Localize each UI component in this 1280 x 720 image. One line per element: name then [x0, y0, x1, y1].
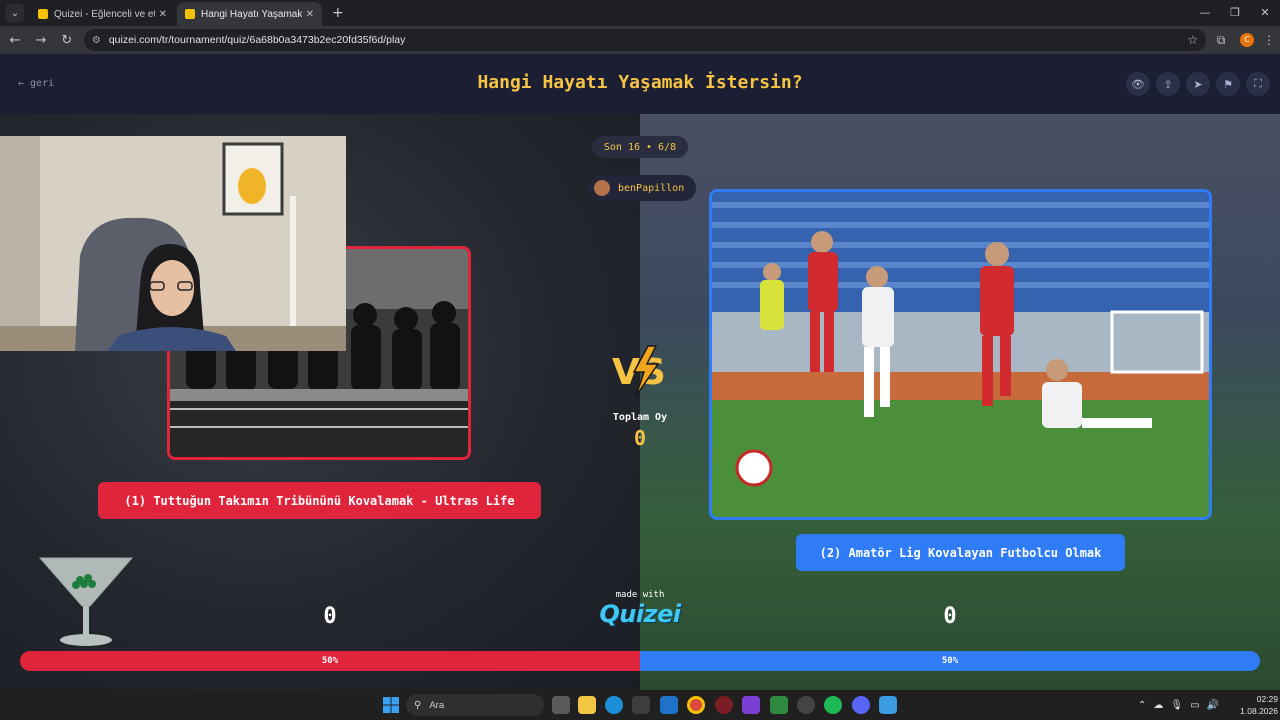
photos-icon[interactable] — [879, 696, 897, 714]
store-icon[interactable] — [632, 696, 650, 714]
taskbar-clock[interactable]: 02:29 1.08.2026 — [1232, 693, 1278, 717]
spotify-icon[interactable] — [824, 696, 842, 714]
mail-icon[interactable] — [660, 696, 678, 714]
cloud-icon[interactable]: ☁ — [1153, 700, 1163, 711]
tab-search-button[interactable]: ⌄ — [6, 4, 24, 22]
browser-tab-2[interactable]: Hangi Hayatı Yaşamak İstersin? ✕ — [177, 2, 322, 26]
option-2-percent-bar: 50% — [640, 651, 1260, 671]
obs-icon[interactable] — [797, 696, 815, 714]
new-tab-button[interactable]: + — [332, 5, 344, 21]
restore-icon[interactable]: ❐ — [1220, 0, 1250, 24]
browser-tab-1[interactable]: Quizei - Eğlenceli ve etkileşimli ✕ — [30, 2, 175, 26]
chrome-icon[interactable] — [687, 696, 705, 714]
extensions-icon[interactable]: ⧉ — [1210, 33, 1232, 48]
back-arrow-icon[interactable]: ← — [4, 33, 26, 48]
windows-start-icon[interactable] — [383, 697, 399, 713]
eye-icon[interactable]: 👁 — [1126, 72, 1150, 96]
username: benPapillon — [618, 182, 685, 194]
window-controls: — ❐ ✕ — [1190, 0, 1280, 24]
versus-icon: VS — [612, 345, 666, 397]
user-badge: benPapillon — [588, 175, 696, 201]
volume-icon[interactable]: 🔊 — [1207, 700, 1219, 711]
option-2-score: 0 — [943, 604, 957, 629]
option-2-image[interactable] — [709, 189, 1212, 520]
header-actions: 👁 ⇪ ➤ ⚑ ⛶ — [1120, 72, 1270, 96]
send-icon[interactable]: ➤ — [1186, 72, 1210, 96]
taskbar-search[interactable]: ⚲ Ara — [406, 694, 544, 716]
webcam-overlay — [0, 136, 346, 351]
quiz-page: ← geri Hangi Hayatı Yaşamak İstersin? 👁 … — [0, 54, 1280, 690]
option-2-button[interactable]: (2) Amatör Lig Kovalayan Futbolcu Olmak — [796, 534, 1125, 571]
close-window-icon[interactable]: ✕ — [1250, 0, 1280, 24]
clock-date: 1.08.2026 — [1240, 706, 1278, 716]
tab-title: Quizei - Eğlenceli ve etkileşimli — [54, 8, 155, 20]
football-match-photo — [712, 192, 1209, 517]
edge-icon[interactable] — [605, 696, 623, 714]
reload-icon[interactable]: ↻ — [56, 33, 78, 48]
browser-menu-icon[interactable]: ⋮ — [1258, 33, 1280, 47]
total-votes-value: 0 — [633, 426, 647, 450]
close-tab-icon[interactable]: ✕ — [306, 9, 314, 20]
network-icon[interactable]: ▭ — [1190, 700, 1199, 711]
webcam-feed — [0, 136, 346, 351]
tab-title: Hangi Hayatı Yaşamak İstersin? — [201, 8, 302, 20]
cocktail-glass-icon — [38, 557, 134, 646]
option-1-button[interactable]: (1) Tuttuğun Takımın Tribününü Kovalamak… — [98, 482, 541, 519]
quiz-header: ← geri Hangi Hayatı Yaşamak İstersin? 👁 … — [0, 54, 1280, 114]
fullscreen-icon[interactable]: ⛶ — [1246, 72, 1270, 96]
flag-icon[interactable]: ⚑ — [1216, 72, 1240, 96]
system-tray: ⌃ ☁ 🎙 ▭ 🔊 — [1138, 690, 1226, 720]
taskbar-search-placeholder: Ara — [429, 699, 445, 711]
made-with-text: made with — [615, 590, 665, 600]
search-icon: ⚲ — [414, 699, 422, 711]
quizei-logo[interactable]: Quizei — [590, 600, 690, 628]
video-app-icon[interactable] — [742, 696, 760, 714]
quizei-favicon-icon — [185, 9, 195, 19]
vote-split-bar: 50% 50% — [20, 651, 1260, 671]
profile-avatar[interactable]: C — [1240, 33, 1255, 47]
red-app-icon[interactable] — [715, 696, 733, 714]
clock-time: 02:29 — [1256, 694, 1278, 704]
file-explorer-icon[interactable] — [578, 696, 596, 714]
forward-arrow-icon[interactable]: → — [30, 33, 52, 48]
address-bar: ← → ↻ ⚙ quizei.com/tr/tournament/quiz/6a… — [0, 26, 1280, 54]
chevron-up-icon[interactable]: ⌃ — [1138, 700, 1146, 711]
round-indicator: Son 16 • 6/8 — [592, 136, 688, 158]
user-avatar — [594, 180, 610, 196]
site-info-icon[interactable]: ⚙ — [92, 35, 101, 46]
share-icon[interactable]: ⇪ — [1156, 72, 1180, 96]
total-votes-label: Toplam Oy — [612, 412, 668, 423]
quizei-favicon-icon — [38, 9, 48, 19]
microphone-icon[interactable]: 🎙 — [1170, 700, 1183, 711]
task-view-icon[interactable] — [552, 696, 570, 714]
close-tab-icon[interactable]: ✕ — [159, 9, 167, 20]
url-text[interactable]: quizei.com/tr/tournament/quiz/6a68b0a347… — [109, 34, 1188, 46]
tab-strip: ⌄ Quizei - Eğlenceli ve etkileşimli ✕ Ha… — [0, 0, 1280, 26]
play-app-icon[interactable] — [770, 696, 788, 714]
omnibox[interactable]: ⚙ quizei.com/tr/tournament/quiz/6a68b0a3… — [83, 29, 1207, 51]
quiz-title: Hangi Hayatı Yaşamak İstersin? — [477, 72, 803, 93]
option-1-score: 0 — [323, 604, 337, 629]
option-1-percent-bar: 50% — [20, 651, 640, 671]
discord-icon[interactable] — [852, 696, 870, 714]
minimize-icon[interactable]: — — [1190, 0, 1220, 24]
bookmark-star-icon[interactable]: ☆ — [1187, 33, 1198, 47]
